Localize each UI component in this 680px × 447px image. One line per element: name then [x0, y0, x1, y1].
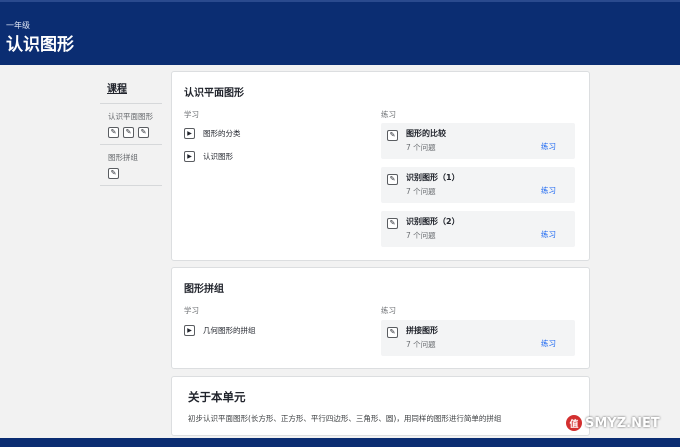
- unit-title: 认识图形: [6, 35, 74, 55]
- watermark-logo-icon: 值: [566, 415, 582, 431]
- learn-item[interactable]: ▶ 图形的分类: [184, 128, 241, 139]
- learn-label: 学习: [184, 306, 199, 315]
- pencil-icon[interactable]: ✎: [108, 127, 119, 138]
- pencil-icon: ✎: [387, 218, 398, 229]
- sidebar-group-label[interactable]: 认识平面图形: [108, 111, 162, 122]
- practice-item: ✎ 识别图形（1） 7 个问题 练习: [381, 167, 575, 203]
- play-icon: ▶: [184, 151, 195, 162]
- lesson-title[interactable]: 认识平面图形: [184, 84, 244, 99]
- course-sidebar: 课程 认识平面图形 ✎ ✎ ✎ 图形拼组 ✎: [100, 72, 162, 186]
- site-watermark: 值 SMYZ.NET: [566, 415, 660, 431]
- pencil-icon: ✎: [387, 130, 398, 141]
- pencil-icon[interactable]: ✎: [138, 127, 149, 138]
- play-icon: ▶: [184, 128, 195, 139]
- learn-item[interactable]: ▶ 认识图形: [184, 151, 233, 162]
- about-unit-card: 关于本单元 初步认识平面图形(长方形、正方形、平行四边形、三角形、圆)，用同样的…: [171, 376, 590, 436]
- practice-button[interactable]: 练习: [541, 229, 556, 240]
- practice-label: 练习: [381, 306, 396, 315]
- learn-item-label: 认识图形: [203, 152, 233, 161]
- practice-name[interactable]: 图形的比较: [406, 128, 446, 139]
- practice-name[interactable]: 识别图形（1）: [406, 172, 460, 183]
- practice-item: ✎ 识别图形（2） 7 个问题 练习: [381, 211, 575, 247]
- practice-button[interactable]: 练习: [541, 141, 556, 152]
- lesson-title[interactable]: 图形拼组: [184, 280, 224, 295]
- lesson-card-plane-shapes: 认识平面图形 学习 练习 ▶ 图形的分类 ▶ 认识图形 ✎ 图形的比较 7 个问…: [171, 71, 590, 261]
- lesson-card-shape-assembly: 图形拼组 学习 练习 ▶ 几何图形的拼组 ✎ 拼接图形 7 个问题 练习: [171, 267, 590, 369]
- practice-count: 7 个问题: [406, 143, 436, 152]
- course-link[interactable]: 课程: [107, 80, 162, 95]
- watermark-text: SMYZ.NET: [585, 415, 660, 431]
- practice-item: ✎ 图形的比较 7 个问题 练习: [381, 123, 575, 159]
- learn-item-label: 图形的分类: [203, 129, 241, 138]
- practice-item: ✎ 拼接图形 7 个问题 练习: [381, 320, 575, 356]
- pencil-icon[interactable]: ✎: [123, 127, 134, 138]
- practice-count: 7 个问题: [406, 231, 436, 240]
- sidebar-divider: [100, 185, 162, 186]
- pencil-icon: ✎: [387, 174, 398, 185]
- sidebar-group-shape-assembly: 图形拼组 ✎: [100, 144, 162, 185]
- about-description: 初步认识平面图形(长方形、正方形、平行四边形、三角形、圆)，用同样的图形进行简单…: [188, 414, 502, 423]
- practice-button[interactable]: 练习: [541, 185, 556, 196]
- learn-item[interactable]: ▶ 几何图形的拼组: [184, 325, 256, 336]
- unit-header: 一年级 认识图形: [0, 0, 680, 65]
- about-title: 关于本单元: [188, 390, 246, 404]
- practice-count: 7 个问题: [406, 340, 436, 349]
- practice-name[interactable]: 识别图形（2）: [406, 216, 460, 227]
- learn-item-label: 几何图形的拼组: [203, 326, 256, 335]
- pencil-icon[interactable]: ✎: [108, 168, 119, 179]
- practice-label: 练习: [381, 110, 396, 119]
- learn-label: 学习: [184, 110, 199, 119]
- sidebar-group-label[interactable]: 图形拼组: [108, 152, 162, 163]
- pencil-icon: ✎: [387, 327, 398, 338]
- play-icon: ▶: [184, 325, 195, 336]
- practice-button[interactable]: 练习: [541, 338, 556, 349]
- sidebar-group-plane-shapes: 认识平面图形 ✎ ✎ ✎: [100, 103, 162, 144]
- footer-bar: [0, 438, 680, 447]
- practice-name[interactable]: 拼接图形: [406, 325, 438, 336]
- practice-count: 7 个问题: [406, 187, 436, 196]
